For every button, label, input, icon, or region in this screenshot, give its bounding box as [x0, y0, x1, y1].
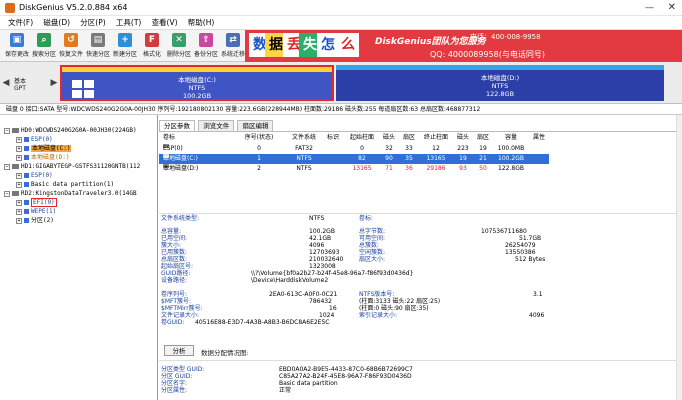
tree-partition[interactable]: + 本地磁盘(D:) — [16, 154, 69, 162]
tab-strip: 分区参数 浏览文件 扇区编辑 — [159, 120, 274, 131]
prev-disk-button[interactable]: ◀ — [2, 75, 10, 91]
disk-info-bar: 磁盘 0 接口:SATA 型号:WDCWDS240G2G0A-00JH30 序列… — [0, 104, 682, 115]
banner-qq: QQ: 4000089958(与电话同号) — [430, 50, 545, 59]
tree-partition[interactable]: + 分区(2) — [16, 217, 54, 225]
expand-icon[interactable]: + — [16, 199, 22, 206]
backup-partition-button[interactable]: ⇪ 备份分区 — [191, 32, 221, 60]
migrate-icon: ⇄ — [226, 33, 240, 47]
table-header: 卷标 序号(状态) 文件系统 标识 起始柱面 磁头 扇区 终止柱面 磁头 扇区 … — [163, 134, 545, 141]
vertical-scrollbar[interactable] — [676, 115, 682, 400]
minimize-button[interactable]: — — [645, 3, 654, 13]
usb-disk-icon — [12, 191, 19, 196]
banner-tile: 么 — [337, 33, 359, 57]
collapse-icon[interactable]: − — [4, 163, 10, 170]
table-row-selected[interactable]: 本地磁盘(C:) 1 NTFS 82 90 35 13165 19 21 100… — [159, 154, 549, 164]
disk-map: ◀ ▶ 基本 GPT 本地磁盘(C:) NTFS 100.2GB 本地磁盘(D:… — [0, 62, 682, 104]
search-icon: ⌕ — [37, 33, 51, 47]
partition-d-size: 122.8GB — [485, 90, 515, 98]
disk-icon — [12, 128, 19, 133]
tree-disk-rd2[interactable]: − RD2:KingstonDataTraveler3.0(14GB — [4, 190, 137, 198]
tree-disk-hd1[interactable]: − HD1:GIGABYTEGP-GSTFS31120GNTB(112 — [4, 163, 140, 171]
analyze-button[interactable]: 分析 — [164, 345, 194, 356]
disk-type-label: 基本 GPT — [14, 78, 27, 92]
data-allocation-label: 数据分配情况图: — [201, 349, 249, 357]
next-disk-button[interactable]: ▶ — [50, 75, 58, 91]
partition-icon — [24, 137, 29, 142]
partition-icon — [24, 200, 29, 205]
partition-d-name: 本地磁盘(D:) — [480, 74, 520, 82]
ad-banner[interactable]: 数 据 丢 失 怎 么 DiskGenius团队为您服务 电话：400-008-… — [245, 30, 682, 62]
main-panel: 分区参数 浏览文件 扇区编辑 卷标 序号(状态) 文件系统 标识 起始柱面 磁头… — [159, 115, 682, 400]
window-title: DiskGenius V5.2.0.884 x64 — [19, 3, 128, 12]
quick-partition-icon: ▤ — [91, 33, 105, 47]
partition-block-c[interactable]: 本地磁盘(C:) NTFS 100.2GB — [60, 65, 334, 101]
partition-c-size: 100.2GB — [182, 92, 212, 100]
app-icon — [5, 3, 15, 13]
partition-icon — [24, 218, 29, 223]
search-partition-button[interactable]: ⌕ 搜索分区 — [29, 32, 59, 60]
expand-icon[interactable]: + — [16, 181, 22, 188]
diskgenius-window: DiskGenius V5.2.0.884 x64 — ✕ 文件(F) 磁盘(D… — [0, 0, 682, 400]
format-icon: F — [145, 33, 159, 47]
partition-icon — [24, 182, 29, 187]
partition-d-fs: NTFS — [491, 82, 509, 90]
expand-icon[interactable]: + — [16, 154, 22, 161]
menu-file[interactable]: 文件(F) — [8, 16, 33, 30]
delete-partition-button[interactable]: ✕ 删除分区 — [164, 32, 194, 60]
tree-partition[interactable]: + Basic data partition(1) — [16, 181, 114, 189]
expand-icon[interactable]: + — [16, 217, 22, 224]
partition-block-d[interactable]: 本地磁盘(D:) NTFS 122.8GB — [336, 65, 664, 101]
partition-icon — [24, 155, 29, 160]
expand-icon[interactable]: + — [16, 136, 22, 143]
table-row[interactable]: ESP(0) 0 FAT32 0 32 33 12 223 19 100.0MB — [159, 144, 549, 154]
system-migration-button[interactable]: ⇄ 系统迁移 — [218, 32, 248, 60]
banner-phone: 电话：400-008-9958 — [470, 33, 541, 41]
title-bar: DiskGenius V5.2.0.884 x64 — ✕ — [0, 0, 682, 16]
tree-partition-selected[interactable]: + EFI(0) — [16, 198, 57, 207]
partition-c-name: 本地磁盘(C:) — [178, 76, 216, 84]
tab-sector-edit[interactable]: 扇区编辑 — [237, 120, 274, 131]
expand-icon[interactable]: + — [16, 208, 22, 215]
tree-disk-hd0[interactable]: − HD0:WDCWDS240G2G0A-00JH30(224GB) — [4, 127, 137, 135]
new-partition-button[interactable]: + 新建分区 — [110, 32, 140, 60]
partition-icon — [24, 173, 29, 178]
tree-partition[interactable]: + WEPE(1) — [16, 208, 56, 216]
partition-icon — [24, 209, 29, 214]
recover-files-button[interactable]: ↺ 恢复文件 — [56, 32, 86, 60]
tab-partition-params[interactable]: 分区参数 — [159, 120, 195, 131]
menu-bar: 文件(F) 磁盘(D) 分区(P) 工具(T) 查看(V) 帮助(H) — [0, 16, 682, 30]
recover-icon: ↺ — [64, 33, 78, 47]
delete-icon: ✕ — [172, 33, 186, 47]
menu-partition[interactable]: 分区(P) — [80, 16, 105, 30]
collapse-icon[interactable]: − — [4, 190, 10, 197]
disk-tree: − HD0:WDCWDS240G2G0A-00JH30(224GB) + ESP(0… — [0, 115, 158, 400]
format-button[interactable]: F 格式化 — [137, 32, 167, 60]
save-icon: ▣ — [10, 33, 24, 47]
menu-help[interactable]: 帮助(H) — [188, 16, 215, 30]
tree-partition[interactable]: + ESP(0) — [16, 136, 53, 144]
backup-icon: ⇪ — [199, 33, 213, 47]
quick-partition-button[interactable]: ▤ 快速分区 — [83, 32, 113, 60]
expand-icon[interactable]: + — [16, 145, 22, 152]
save-changes-button[interactable]: ▣ 保存更改 — [2, 32, 32, 60]
partition-icon — [24, 146, 29, 151]
menu-tools[interactable]: 工具(T) — [116, 16, 141, 30]
menu-view[interactable]: 查看(V) — [152, 16, 178, 30]
new-partition-icon: + — [118, 33, 132, 47]
disk-icon — [12, 164, 19, 169]
menu-disk[interactable]: 磁盘(D) — [43, 16, 70, 30]
partition-c-fs: NTFS — [188, 84, 206, 92]
partition-guid-info: 分区类型 GUID: EBD0A0A2-B9E5-4433-87C0-68B6B… — [159, 360, 682, 400]
tree-partition[interactable]: + 本地磁盘(C:) — [16, 145, 72, 153]
tree-partition[interactable]: + ESP(0) — [16, 172, 53, 180]
close-button[interactable]: ✕ — [668, 2, 676, 13]
table-row[interactable]: 本地磁盘(D:) 2 NTFS 13165 71 36 29186 93 50 … — [159, 164, 549, 174]
tab-browse-files[interactable]: 浏览文件 — [198, 120, 235, 131]
banner-tile: 怎 — [317, 33, 339, 57]
filesystem-info: 文件系统类型: NTFS 卷标: 总容量: 100.2GB 已用空间: 42.1… — [159, 213, 682, 343]
collapse-icon[interactable]: − — [4, 127, 10, 134]
expand-icon[interactable]: + — [16, 172, 22, 179]
